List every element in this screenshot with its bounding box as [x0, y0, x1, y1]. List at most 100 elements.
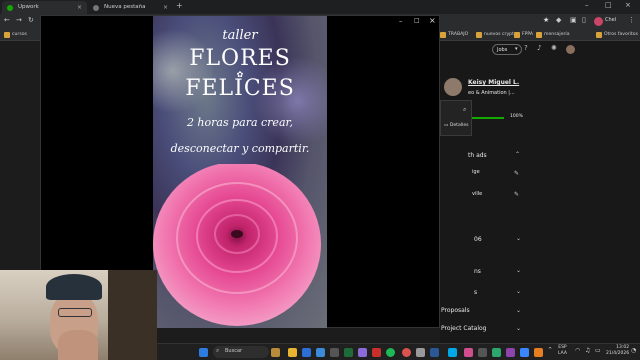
chevron-down-icon[interactable]: ⌄	[516, 307, 521, 314]
app-icon[interactable]	[358, 348, 367, 357]
edge-icon[interactable]	[302, 348, 311, 357]
flower-workshop-poster: taller FLORES ✿ FELICES 2 horas para cre…	[153, 16, 327, 328]
tab-label: Nueva pestaña	[104, 4, 146, 10]
tray-chevron-icon[interactable]: ^	[548, 347, 552, 353]
app-icon[interactable]	[416, 348, 425, 357]
year-label: 06	[474, 236, 482, 243]
clock[interactable]: 13:02 21/4/2026	[606, 345, 629, 357]
app-icon[interactable]	[478, 348, 487, 357]
bookmark-nuevos-cryptos[interactable]: nuevos cryptos	[476, 31, 519, 39]
chevron-down-icon[interactable]: ⌄	[516, 267, 521, 274]
search-icon: ⌕	[216, 347, 220, 354]
close-tab-icon[interactable]: ×	[77, 1, 82, 14]
poster-word-taller: taller	[222, 28, 258, 43]
language-indicator[interactable]: ESP LAA	[558, 345, 567, 357]
tab-upwork[interactable]: Upwork ×	[2, 1, 87, 14]
windows-start-icon[interactable]	[199, 348, 208, 357]
upwork-favicon-icon	[7, 5, 13, 11]
spotify-icon[interactable]	[386, 348, 395, 357]
section-project-catalog[interactable]: Project Catalog	[441, 325, 486, 332]
popup-maximize-button[interactable]: □	[414, 17, 420, 24]
poster-line-1: 2 horas para crear,	[186, 116, 294, 129]
jobs-dropdown[interactable]: Jobs ▾	[492, 44, 522, 55]
browser-maximize-button[interactable]: □	[605, 1, 612, 9]
taskbar-search[interactable]: ⌕ Buscar	[213, 346, 269, 358]
app-icon[interactable]	[520, 348, 529, 357]
app-icon[interactable]	[534, 348, 543, 357]
new-tab-favicon-icon	[93, 5, 99, 11]
browser-close-button[interactable]: ×	[625, 1, 631, 9]
user-name[interactable]: Keisy Miguel L.	[468, 79, 519, 86]
notification-bell-icon[interactable]: ♪	[537, 44, 541, 52]
puzzle-icon[interactable]: ▣	[570, 16, 577, 24]
app-icon[interactable]	[464, 348, 473, 357]
ads-item-2: ville	[472, 191, 483, 197]
profile-progress-bar	[468, 117, 504, 119]
back-icon[interactable]: ←	[4, 16, 10, 24]
edit-pencil-icon[interactable]: ✎	[514, 170, 519, 177]
avatar[interactable]	[566, 45, 575, 54]
section-ns: ns	[474, 268, 481, 275]
hand	[58, 330, 98, 360]
cap	[46, 274, 102, 300]
tab-new-tab[interactable]: Nueva pestaña ×	[88, 1, 173, 14]
popup-close-button[interactable]: ×	[429, 16, 436, 25]
app-icon[interactable]	[344, 348, 353, 357]
popup-minimize-button[interactable]: –	[399, 17, 403, 25]
app-icon[interactable]	[430, 348, 439, 357]
bookmark-fppa[interactable]: FPPA	[514, 31, 533, 39]
help-icon[interactable]: ?	[524, 44, 528, 52]
search-icon[interactable]: ⌕	[463, 106, 466, 114]
pink-ranunculus-flower	[153, 164, 321, 326]
poster-word-felices: FELICES	[185, 76, 295, 101]
bookmark-cursos[interactable]: cursos	[4, 31, 27, 39]
bookmark-trabajo[interactable]: TRABAJO	[440, 31, 468, 39]
edit-pencil-icon[interactable]: ✎	[514, 191, 519, 198]
chevron-down-icon[interactable]: ⌄	[516, 235, 521, 242]
browser-minimize-button[interactable]: –	[585, 1, 589, 9]
chrome-icon[interactable]	[402, 348, 411, 357]
new-tab-button[interactable]: +	[176, 1, 183, 10]
windows-taskbar: ⌕ Buscar ^ ESP LAA ◠ ♫ ▭ 13:02 21/4/2026 ◔	[157, 343, 640, 360]
bookmark-otros-favoritos[interactable]: Otros favoritos	[596, 31, 638, 39]
extension-icon[interactable]: ◆	[556, 16, 561, 24]
chevron-up-icon[interactable]: ⌃	[515, 151, 520, 158]
app-icon[interactable]	[506, 348, 515, 357]
settings-gear-icon[interactable]: ✺	[551, 44, 557, 52]
tab-label: Upwork	[18, 4, 39, 10]
close-tab-icon[interactable]: ×	[163, 1, 168, 14]
glasses	[58, 308, 92, 317]
store-icon[interactable]	[316, 348, 325, 357]
volume-icon[interactable]: ♫	[585, 347, 590, 354]
detalles-link[interactable]: ▭ Detalles	[444, 123, 469, 128]
notifications-icon[interactable]: ◔	[631, 347, 636, 354]
media-panel: ⌕ ▭ Detalles	[440, 100, 472, 136]
browser-tab-strip: Upwork × Nueva pestaña × + – □ ×	[0, 0, 640, 14]
section-proposals[interactable]: Proposals	[441, 307, 470, 314]
app-icon[interactable]	[372, 348, 381, 357]
sidebar-icon[interactable]: ▯	[582, 16, 586, 24]
profile-name: Chel	[605, 17, 617, 23]
poster-line-2: desconectar y compartir.	[170, 142, 310, 155]
battery-icon[interactable]: ▭	[595, 347, 601, 354]
app-icon[interactable]	[492, 348, 501, 357]
menu-icon[interactable]: ⋮	[628, 16, 635, 24]
chevron-down-icon[interactable]: ⌄	[516, 325, 521, 332]
profile-avatar[interactable]	[594, 17, 603, 26]
file-explorer-icon[interactable]	[288, 348, 297, 357]
webcam-feed	[0, 270, 157, 360]
forward-icon[interactable]: →	[16, 16, 22, 24]
user-subtitle: eo & Animation |...	[468, 90, 515, 96]
ads-item-1: ige	[472, 169, 480, 175]
profile-percent: 100%	[510, 114, 523, 119]
reload-icon[interactable]: ↻	[28, 16, 34, 24]
bookshelf-background	[108, 270, 157, 360]
bookmark-mensajeria[interactable]: mensajería	[536, 31, 570, 39]
app-icon[interactable]	[448, 348, 457, 357]
bookmark-star-icon[interactable]: ★	[543, 16, 549, 24]
wifi-icon[interactable]: ◠	[575, 347, 580, 354]
app-icon[interactable]	[330, 348, 339, 357]
chevron-down-icon[interactable]: ⌄	[516, 288, 521, 295]
upwork-page: Jobs ▾ ? ♪ ✺ Keisy Miguel L. eo & Animat…	[440, 41, 640, 343]
widget-icon[interactable]	[271, 348, 280, 357]
